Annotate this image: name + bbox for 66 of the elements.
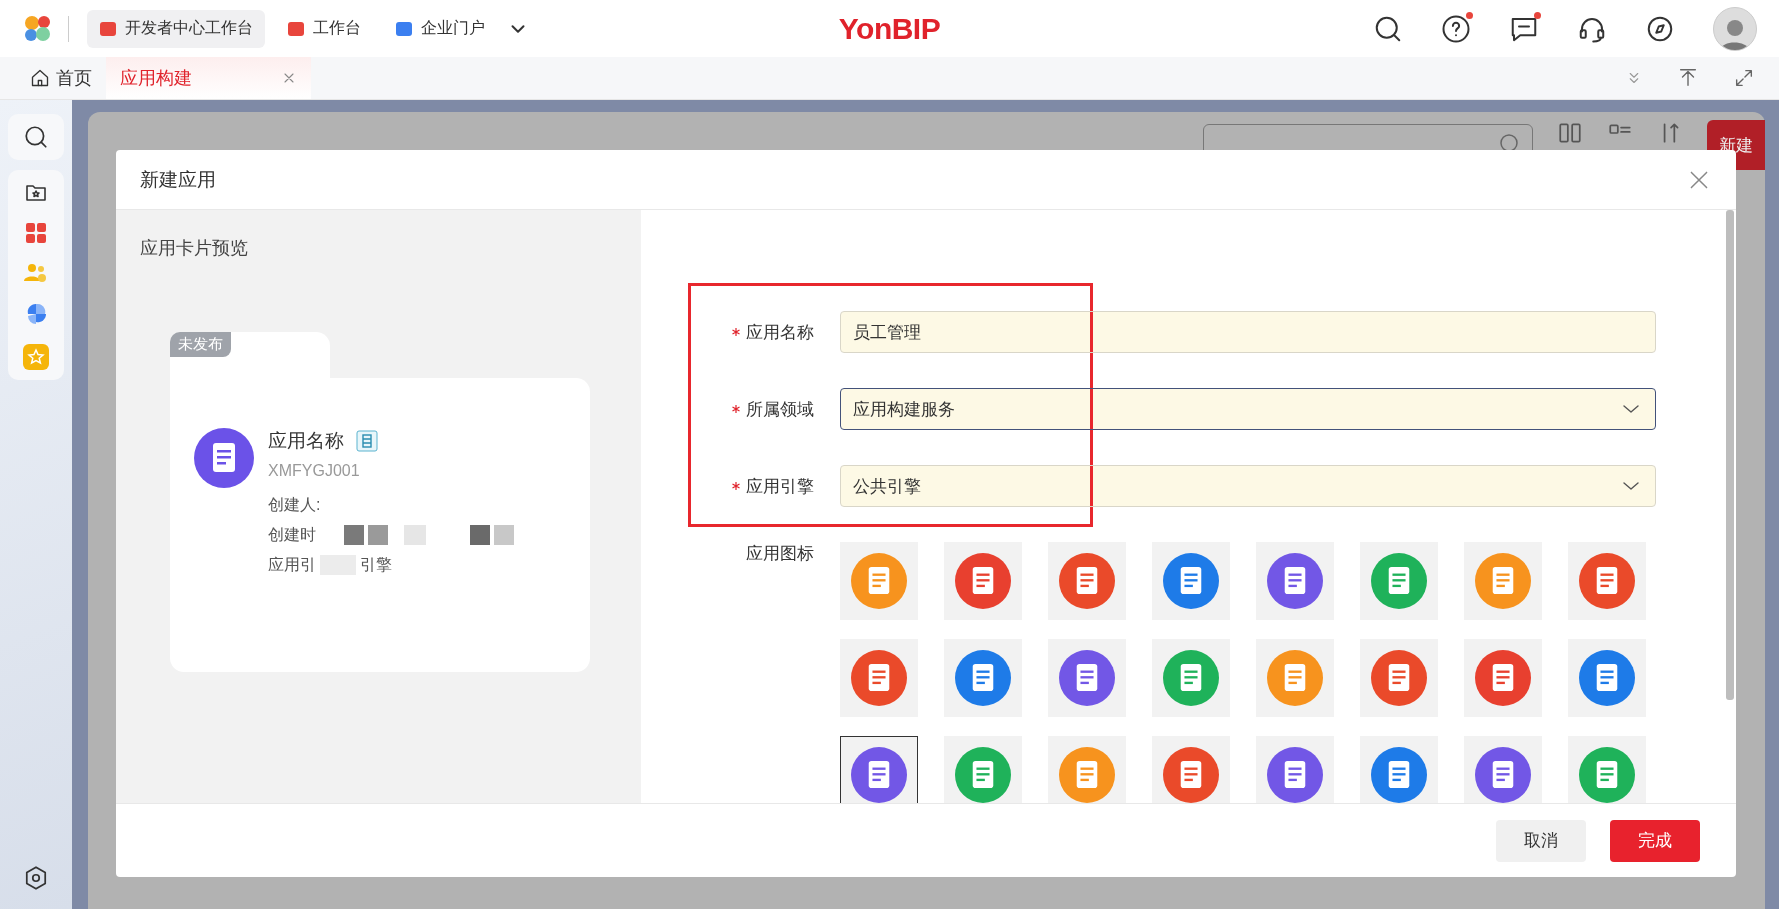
document-icon: [851, 747, 907, 803]
status-badge: 未发布: [170, 332, 231, 357]
document-icon: [1579, 650, 1635, 706]
workspace-tab[interactable]: 开发者中心工作台: [87, 9, 265, 48]
field-label: 应用图标: [745, 543, 815, 565]
select-field[interactable]: 公共引擎: [840, 465, 1656, 507]
document-icon: [1059, 650, 1115, 706]
list-icon: [356, 430, 378, 452]
document-icon: [955, 553, 1011, 609]
input-field[interactable]: 员工管理: [840, 311, 1656, 353]
select-field[interactable]: 应用构建服务: [840, 388, 1656, 430]
document-icon: [1475, 553, 1531, 609]
document-icon: [955, 747, 1011, 803]
confirm-button[interactable]: 完成: [1610, 819, 1700, 862]
document-icon: [1163, 747, 1219, 803]
home-icon: [30, 68, 50, 88]
workspace-tab[interactable]: 工作台: [275, 9, 373, 48]
field-label: 所属领域: [716, 397, 840, 421]
document-icon: [1267, 553, 1323, 609]
document-icon: [1371, 747, 1427, 803]
preview-heading: 应用卡片预览: [140, 237, 249, 260]
document-icon: [1371, 553, 1427, 609]
document-icon: [851, 650, 907, 706]
document-icon: [1059, 747, 1115, 803]
redacted-block: [470, 525, 490, 545]
document-icon: [1059, 553, 1115, 609]
app-code: XMFYGJ001: [268, 462, 361, 480]
document-icon: [955, 650, 1011, 706]
help-icon[interactable]: [1441, 13, 1471, 44]
upload-icon[interactable]: [1677, 67, 1699, 89]
engine-value: 引擎: [360, 555, 392, 575]
brand-logo: YonBIP: [838, 11, 941, 46]
settings-icon[interactable]: [23, 865, 49, 891]
expand-icon[interactable]: [1733, 67, 1755, 89]
document-icon: [1475, 650, 1531, 706]
redacted-block: [368, 525, 388, 545]
workspace-tab[interactable]: 企业门户: [383, 9, 497, 48]
user-avatar[interactable]: [1713, 6, 1757, 51]
document-icon: [1371, 650, 1427, 706]
redacted-block: [344, 525, 364, 545]
field-label: 应用引擎: [716, 474, 840, 498]
created-time-label: 创建时: [268, 525, 316, 545]
scrollbar[interactable]: [1726, 210, 1734, 700]
document-icon: [1579, 553, 1635, 609]
dialog-title: 新建应用: [140, 167, 216, 192]
search-icon[interactable]: [23, 124, 49, 150]
document-icon: [1475, 747, 1531, 803]
redacted-block: [404, 525, 426, 545]
document-icon: [1579, 747, 1635, 803]
document-icon: [1163, 650, 1219, 706]
redacted-block: [494, 525, 514, 545]
field-label: 应用名称: [716, 320, 840, 344]
page-tab[interactable]: 首页: [16, 57, 106, 99]
document-icon: [194, 428, 254, 488]
grid-icon[interactable]: [25, 222, 47, 244]
document-icon: [1163, 553, 1219, 609]
grid-view-icon[interactable]: [1557, 120, 1583, 146]
app-name: 应用名称: [268, 429, 344, 453]
creator-label: 创建人:: [268, 495, 321, 515]
icon-option[interactable]: [840, 736, 918, 803]
engine-label: 应用引: [268, 555, 316, 575]
document-icon: [851, 553, 907, 609]
cancel-button[interactable]: 取消: [1496, 819, 1586, 862]
document-icon: [1267, 650, 1323, 706]
page-tab[interactable]: 应用构建: [106, 57, 311, 99]
document-icon: [1267, 747, 1323, 803]
